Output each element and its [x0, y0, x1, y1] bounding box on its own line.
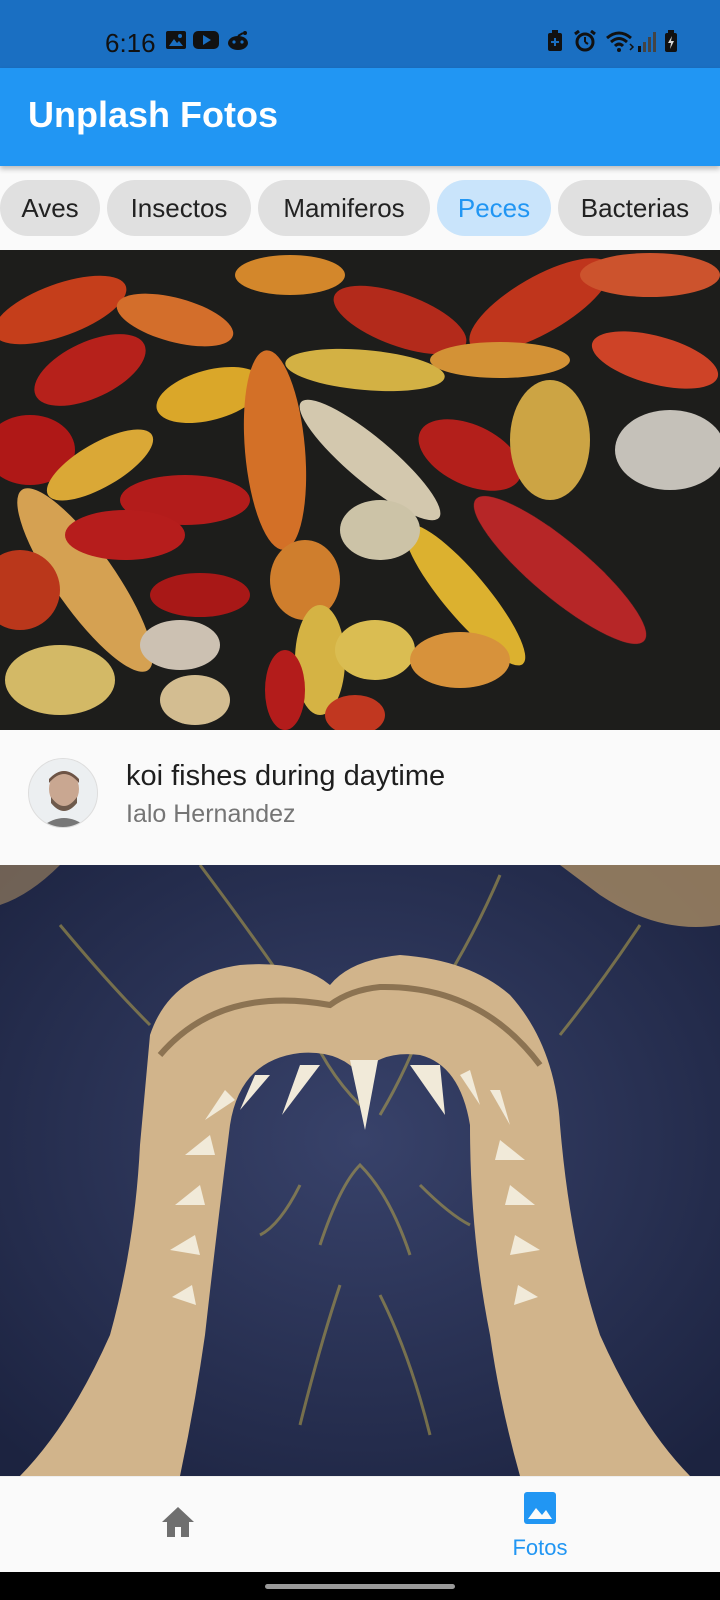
nav-fotos[interactable]: Fotos	[360, 1477, 720, 1573]
gesture-handle[interactable]	[265, 1584, 455, 1589]
gallery-icon	[166, 31, 186, 49]
chip-label: Insectos	[130, 192, 228, 223]
app-title: Unplash Fotos	[28, 94, 278, 135]
wifi-icon	[606, 31, 635, 52]
chip-label: Peces	[457, 192, 531, 223]
author-avatar-image	[29, 759, 97, 827]
alarm-icon	[574, 30, 596, 52]
avatar	[28, 758, 98, 828]
reddit-icon	[228, 31, 248, 50]
photo-title: koi fishes during daytime	[126, 760, 446, 792]
chip-bacterias[interactable]: Bacterias	[558, 180, 712, 236]
status-time: 6:16	[105, 28, 156, 58]
chip-label: Mamiferos	[283, 192, 405, 223]
chip-peces[interactable]: Peces	[437, 180, 551, 236]
battery-saver-icon	[548, 30, 562, 51]
nav-home[interactable]	[0, 1477, 360, 1573]
photo-author: Ialo Hernandez	[126, 800, 296, 828]
bottom-nav: Fotos	[0, 1476, 720, 1572]
koi-photo-image	[0, 250, 720, 730]
chip-mamiferos[interactable]: Mamiferos	[258, 180, 430, 236]
photo-icon	[524, 1492, 556, 1524]
nav-label-fotos: Fotos	[512, 1535, 568, 1560]
home-icon	[162, 1507, 194, 1537]
photo-info[interactable]: koi fishes during daytime Ialo Hernandez	[0, 730, 720, 865]
gesture-bar	[0, 1572, 720, 1600]
battery-icon	[665, 30, 677, 52]
photo-shark-jaw[interactable]	[0, 865, 720, 1476]
chip-label: Bacterias	[580, 192, 690, 223]
chip-label: Aves	[21, 192, 79, 223]
chip-insectos[interactable]: Insectos	[107, 180, 251, 236]
category-chips: Aves Insectos Mamiferos Peces Bacterias	[0, 178, 720, 238]
youtube-icon	[193, 31, 219, 49]
shark-jaw-photo-image	[0, 865, 720, 1476]
status-bar: 6:16	[0, 0, 720, 68]
app-bar: Unplash Fotos	[0, 68, 720, 166]
signal-icon	[638, 32, 656, 52]
photo-koi[interactable]	[0, 250, 720, 730]
chip-aves[interactable]: Aves	[0, 180, 100, 236]
